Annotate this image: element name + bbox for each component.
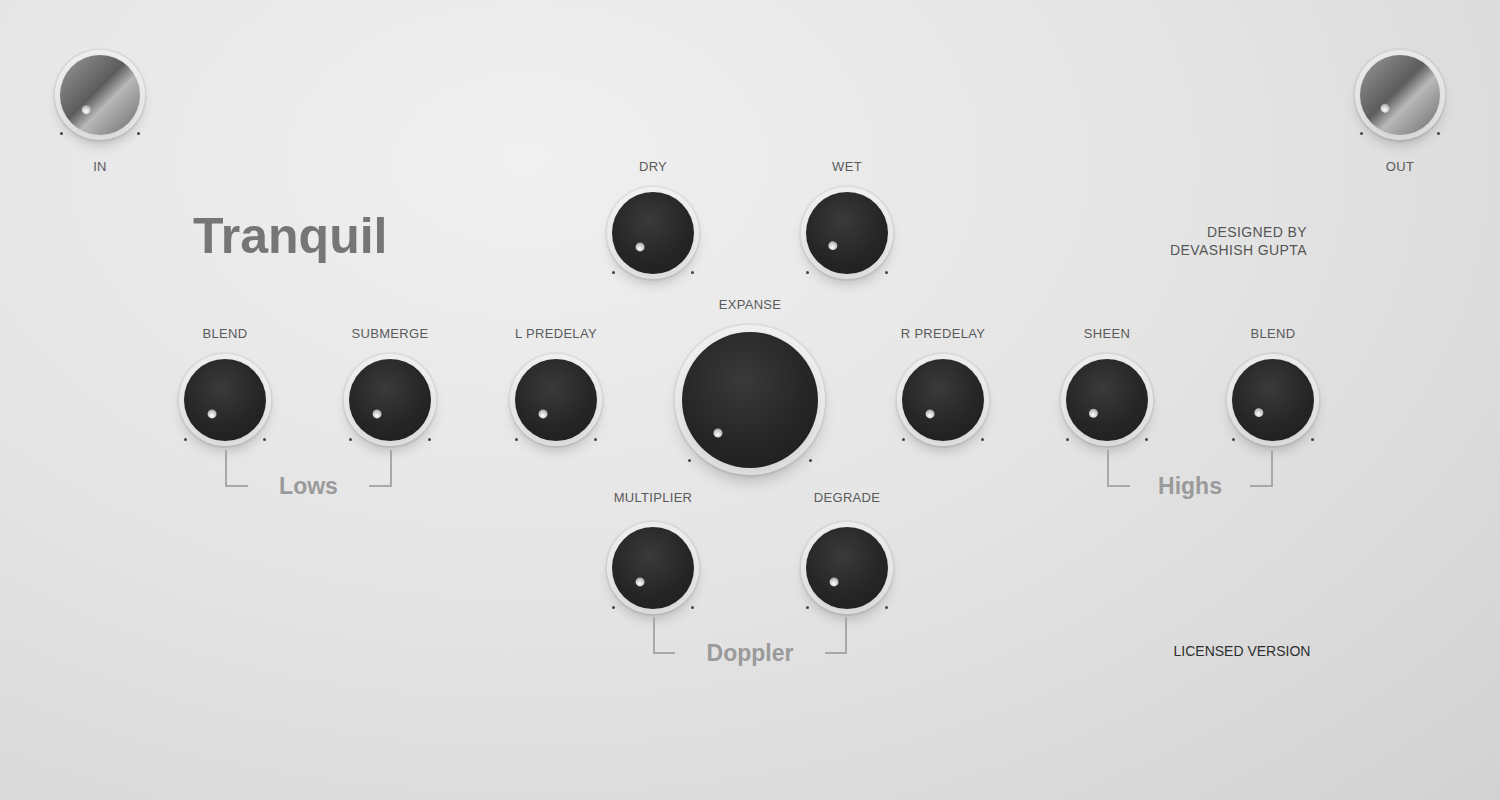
knob-label: BLEND [1251,325,1296,343]
knob[interactable] [1066,359,1148,441]
range-max-mark [981,438,984,441]
knob-indicator [633,575,646,588]
knob-indicator [826,239,839,252]
range-min-mark [60,132,63,135]
knob-label: DEGRADE [814,489,880,507]
knob-label: L PREDELAY [515,325,597,343]
bracket-right [825,617,847,654]
knob-indicator [633,240,646,253]
knob[interactable] [1232,359,1314,441]
range-max-mark [137,132,140,135]
knob-label: EXPANSE [719,296,782,314]
range-min-mark [612,271,615,274]
range-min-mark [184,438,187,441]
group-label: Highs [1130,472,1250,500]
credit-line: DEVASHISH GUPTA [1170,241,1307,259]
range-min-mark [1232,438,1235,441]
group-bracket: Doppler [653,617,847,654]
range-min-mark [612,606,615,609]
knob-label: MULTIPLIER [614,489,693,507]
knob-label: R PREDELAY [901,325,985,343]
range-max-mark [1437,132,1440,135]
knob[interactable] [184,359,266,441]
knob-indicator [711,426,724,439]
range-max-mark [1145,438,1148,441]
designer-credit: DESIGNED BYDEVASHISH GUPTA [1170,223,1307,259]
knob-label: SHEEN [1084,325,1130,343]
range-min-mark [349,438,352,441]
bracket-right [369,450,392,487]
knob[interactable] [349,359,431,441]
range-min-mark [515,438,518,441]
knob-label: OUT [1386,158,1414,176]
knob[interactable] [612,192,694,274]
knob-indicator [1378,101,1391,114]
knob-indicator [205,407,218,420]
knob[interactable] [806,527,888,609]
range-min-mark [1360,132,1363,135]
range-min-mark [1066,438,1069,441]
bracket-right [1250,450,1273,487]
range-max-mark [691,606,694,609]
knob[interactable] [902,359,984,441]
range-min-mark [688,459,691,462]
knob-label: WET [832,158,862,176]
range-max-mark [691,271,694,274]
range-max-mark [885,271,888,274]
plugin-title: Tranquil [193,206,387,266]
knob-indicator [536,407,549,420]
knob-label: BLEND [203,325,248,343]
bracket-left [225,450,248,487]
knob[interactable] [1360,55,1440,135]
range-max-mark [428,438,431,441]
range-min-mark [902,438,905,441]
group-bracket: Highs [1107,450,1273,487]
group-label: Lows [248,472,369,500]
knob-indicator [1252,406,1265,419]
plugin-panel: Tranquil DESIGNED BYDEVASHISH GUPTA LICENS… [0,0,1500,800]
range-min-mark [806,606,809,609]
credit-line: DESIGNED BY [1170,223,1307,241]
bracket-left [653,617,675,654]
knob-label: DRY [639,158,667,176]
range-max-mark [263,438,266,441]
knob[interactable] [612,527,694,609]
knob-indicator [79,103,92,116]
knob[interactable] [60,55,140,135]
knob-indicator [923,407,936,420]
knob[interactable] [515,359,597,441]
range-max-mark [885,606,888,609]
range-max-mark [1311,438,1314,441]
range-max-mark [594,438,597,441]
knob-label: SUBMERGE [352,325,429,343]
license-status: LICENSED VERSION [1174,642,1311,660]
range-min-mark [806,271,809,274]
knob[interactable] [806,192,888,274]
bracket-left [1107,450,1130,487]
knob[interactable] [682,332,818,468]
group-bracket: Lows [225,450,392,487]
knob-indicator [1087,406,1100,419]
group-label: Doppler [675,639,825,667]
range-max-mark [809,459,812,462]
knob-indicator [827,575,840,588]
knob-label: IN [93,158,107,176]
knob-indicator [370,407,383,420]
